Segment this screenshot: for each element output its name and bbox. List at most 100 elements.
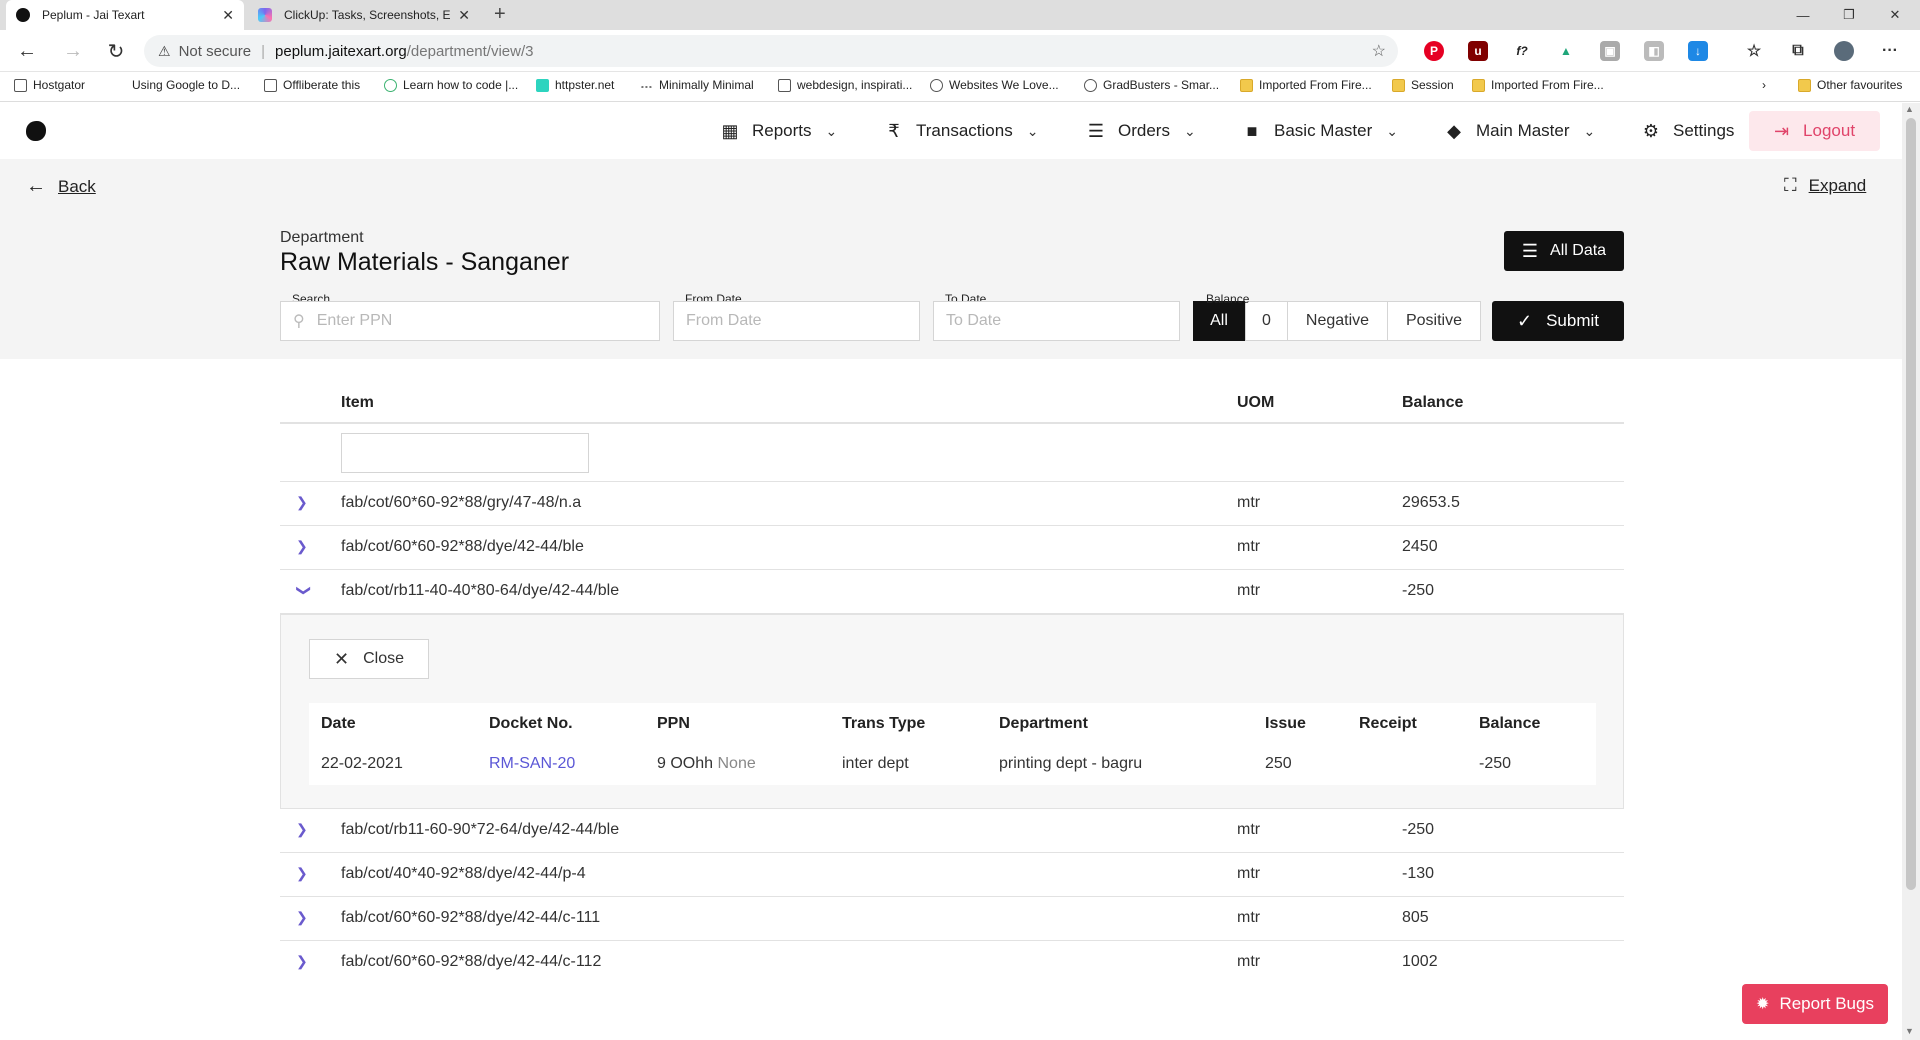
chevron-right-icon[interactable]: ❯ (296, 494, 308, 511)
balance-cell: 1002 (1402, 953, 1438, 970)
page-title: Raw Materials - Sanganer (280, 248, 570, 276)
to-date-input[interactable]: To Date (933, 301, 1180, 341)
chevron-right-icon[interactable]: ❯ (296, 909, 308, 926)
favorites-icon[interactable]: ☆ (1744, 41, 1764, 61)
balance-option-positive[interactable]: Positive (1387, 301, 1481, 341)
screenshot-extension-icon[interactable]: ▣ (1600, 41, 1620, 61)
chevron-right-icon[interactable]: ❯ (296, 538, 308, 555)
fonts-extension-icon[interactable]: f? (1512, 41, 1532, 61)
balance-option-negative[interactable]: Negative (1287, 301, 1388, 341)
url-field[interactable]: ⚠ Not secure | peplum.jaitexart.org /dep… (144, 35, 1398, 67)
bookmark-item[interactable]: webdesign, inspirati... (778, 78, 912, 92)
dashboard-icon: ▦ (721, 120, 739, 141)
table-row[interactable]: ❯ fab/cot/60*60-92*88/dye/42-44/c-112 mt… (280, 941, 1624, 985)
menu-orders[interactable]: ☰ Orders ⌄ (1086, 113, 1196, 149)
table-row[interactable]: ❯ fab/cot/60*60-92*88/dye/42-44/c-111 mt… (280, 897, 1624, 941)
back-nav-icon[interactable]: ← (14, 38, 40, 64)
expand-link[interactable]: ⛶ Expand (1784, 175, 1866, 196)
balance-option-zero[interactable]: 0 (1245, 301, 1288, 341)
close-tab-icon[interactable]: ✕ (458, 7, 470, 24)
table-row[interactable]: ❯ fab/cot/60*60-92*88/dye/42-44/ble mtr … (280, 526, 1624, 570)
profile-avatar[interactable] (1834, 41, 1854, 61)
extension-icon[interactable]: ◧ (1644, 41, 1664, 61)
from-date-input[interactable]: From Date (673, 301, 920, 341)
app-header: ▦ Reports ⌄ ₹ Transactions ⌄ ☰ Orders ⌄ … (0, 103, 1902, 159)
tab-title: Peplum - Jai Texart (42, 8, 145, 22)
scroll-down-icon[interactable]: ▼ (1905, 1026, 1914, 1036)
close-button[interactable]: ✕ Close (309, 639, 429, 679)
scroll-up-icon[interactable]: ▲ (1905, 104, 1914, 114)
other-favourites-folder[interactable]: Other favourites (1798, 78, 1902, 92)
bookmarks-overflow-icon[interactable]: › (1762, 78, 1766, 92)
table-row[interactable]: ❯ fab/cot/rb11-60-90*72-64/dye/42-44/ble… (280, 809, 1624, 853)
more-menu-icon[interactable]: ··· (1880, 41, 1900, 61)
ublock-extension-icon[interactable]: u (1468, 41, 1488, 61)
chevron-right-icon[interactable]: ❯ (296, 953, 308, 970)
bookmark-item[interactable]: Using Google to D... (132, 78, 240, 92)
add-favorite-icon[interactable]: ☆ (1372, 41, 1386, 61)
menu-main-master[interactable]: ◆ Main Master ⌄ (1444, 113, 1595, 149)
table-row-expanded[interactable]: ❯ fab/cot/rb11-40-40*80-64/dye/42-44/ble… (280, 570, 1624, 614)
logout-button[interactable]: ⇥ Logout (1749, 111, 1880, 151)
bookmark-item[interactable]: httpster.net (536, 78, 614, 92)
item-cell: fab/cot/rb11-40-40*80-64/dye/42-44/ble (341, 582, 620, 599)
bookmark-item[interactable]: Websites We Love... (930, 78, 1059, 92)
search-input[interactable]: ⚲ Enter PPN (280, 301, 660, 341)
maximize-button[interactable]: ❐ (1826, 0, 1872, 30)
menu-basic-master[interactable]: ■ Basic Master ⌄ (1242, 113, 1398, 149)
logout-icon: ⇥ (1773, 120, 1790, 141)
bookmark-item[interactable]: Hostgator (14, 78, 85, 92)
balance-option-all[interactable]: All (1193, 301, 1245, 341)
bookmark-folder[interactable]: Imported From Fire... (1472, 78, 1604, 92)
bookmark-item[interactable]: Learn how to code |... (384, 78, 518, 92)
pinterest-extension-icon[interactable]: P (1424, 41, 1444, 61)
close-tab-icon[interactable]: ✕ (222, 7, 234, 24)
websites-icon (930, 78, 943, 92)
reload-icon[interactable]: ↻ (103, 38, 129, 64)
menu-label: Transactions (916, 121, 1013, 140)
expand-label: Expand (1808, 175, 1867, 195)
bookmark-folder[interactable]: Session (1392, 78, 1454, 92)
docket-link[interactable]: RM-SAN-20 (489, 755, 575, 773)
table-row[interactable]: ❯ fab/cot/60*60-92*88/gry/47-48/n.a mtr … (280, 482, 1624, 526)
collections-icon[interactable]: ⧉ (1788, 41, 1808, 61)
all-data-button[interactable]: ☰ All Data (1504, 231, 1624, 271)
chevron-down-icon: ⌄ (1183, 122, 1196, 139)
scrollbar-thumb[interactable] (1906, 118, 1916, 890)
item-cell: fab/cot/60*60-92*88/dye/42-44/c-111 (341, 909, 601, 926)
bookmark-folder[interactable]: Imported From Fire... (1240, 78, 1372, 92)
browser-tab-peplum[interactable]: Peplum - Jai Texart ✕ (6, 0, 244, 30)
item-cell: fab/cot/rb11-60-90*72-64/dye/42-44/ble (341, 821, 620, 838)
menu-label: Orders (1118, 121, 1170, 140)
forward-nav-icon[interactable]: → (60, 38, 86, 64)
download-extension-icon[interactable]: ↓ (1688, 41, 1708, 61)
chevron-right-icon[interactable]: ❯ (296, 821, 308, 838)
item-filter-input[interactable] (341, 433, 589, 473)
new-tab-button[interactable]: + (494, 3, 506, 26)
back-label: Back (58, 176, 96, 196)
bookmark-item[interactable]: Offliberate this (264, 78, 360, 92)
vue-devtools-extension-icon[interactable]: ▲ (1556, 41, 1576, 61)
peplum-logo[interactable] (26, 121, 46, 141)
bookmark-item[interactable]: GradBusters - Smar... (1084, 78, 1219, 92)
table-row[interactable]: ❯ fab/cot/40*40-92*88/dye/42-44/p-4 mtr … (280, 853, 1624, 897)
close-window-button[interactable]: ✕ (1872, 0, 1918, 30)
report-bugs-button[interactable]: ✹ Report Bugs (1742, 984, 1888, 1024)
submit-button[interactable]: ✓ Submit (1492, 301, 1624, 341)
item-cell: fab/cot/60*60-92*88/dye/42-44/c-112 (341, 953, 602, 970)
menu-settings[interactable]: ⚙ Settings (1641, 113, 1735, 149)
folder-icon (1798, 78, 1811, 92)
codecademy-icon (384, 78, 397, 92)
minimize-button[interactable]: — (1780, 0, 1826, 30)
chevron-down-icon[interactable]: ❯ (295, 585, 312, 597)
item-cell: fab/cot/40*40-92*88/dye/42-44/p-4 (341, 865, 586, 882)
chevron-right-icon[interactable]: ❯ (296, 865, 308, 882)
back-link[interactable]: ← Back (26, 175, 96, 198)
detail-header-date: Date (321, 715, 356, 732)
minimal-icon (640, 82, 653, 88)
menu-reports[interactable]: ▦ Reports ⌄ (720, 113, 837, 149)
browser-tab-clickup[interactable]: ClickUp: Tasks, Screenshots, Ema ✕ (248, 0, 480, 30)
menu-transactions[interactable]: ₹ Transactions ⌄ (884, 113, 1038, 149)
bookmark-item[interactable]: Minimally Minimal (640, 78, 754, 92)
detail-table: Date Docket No. PPN Trans Type Departmen… (309, 703, 1596, 785)
